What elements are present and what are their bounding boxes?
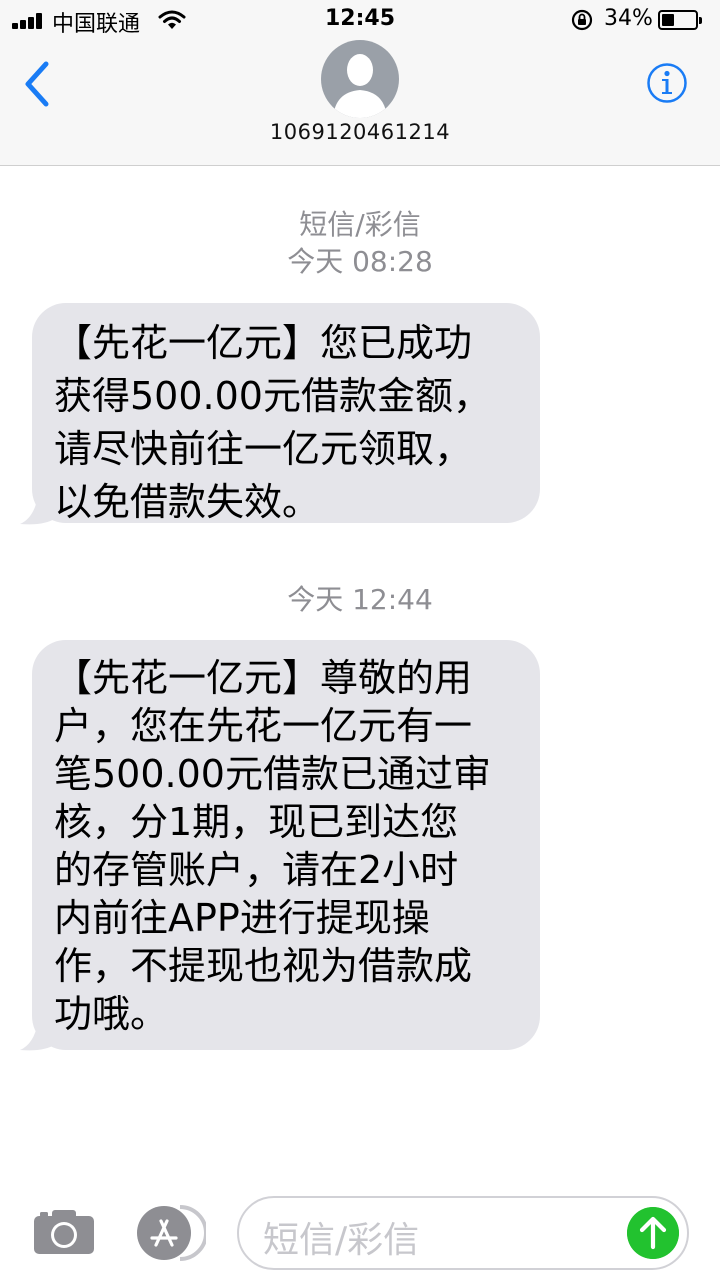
send-arrow-icon[interactable] xyxy=(627,1207,679,1259)
conversation-header: 中国联通 12:45 34% 1069120461214 xyxy=(0,0,720,166)
person-silhouette-icon xyxy=(333,54,387,118)
contact-name[interactable]: 1069120461214 xyxy=(0,120,720,144)
chevron-left-icon[interactable] xyxy=(18,58,58,110)
message-bubble[interactable]: 【先花一亿元】尊敬的用 户，您在先花一亿元有一 笔500.00元借款已通过审 核… xyxy=(32,640,540,1050)
battery-percent: 34% xyxy=(604,6,653,31)
message-input[interactable]: 短信/彩信 xyxy=(237,1196,689,1270)
input-placeholder: 短信/彩信 xyxy=(263,1220,420,1261)
battery-icon xyxy=(658,10,702,30)
status-bar: 中国联通 12:45 34% xyxy=(0,0,720,40)
service-label: 短信/彩信 xyxy=(299,208,421,241)
app-store-icon[interactable] xyxy=(134,1205,206,1261)
camera-icon[interactable] xyxy=(32,1208,96,1256)
message-timestamp: 今天 12:44 xyxy=(287,583,433,616)
avatar[interactable] xyxy=(321,40,399,118)
info-icon[interactable] xyxy=(646,62,688,104)
message-timestamp: 今天 08:28 xyxy=(287,245,433,278)
message-bubble[interactable]: 【先花一亿元】您已成功 获得500.00元借款金额， 请尽快前往一亿元领取， 以… xyxy=(32,303,540,524)
orientation-lock-icon xyxy=(571,9,593,31)
